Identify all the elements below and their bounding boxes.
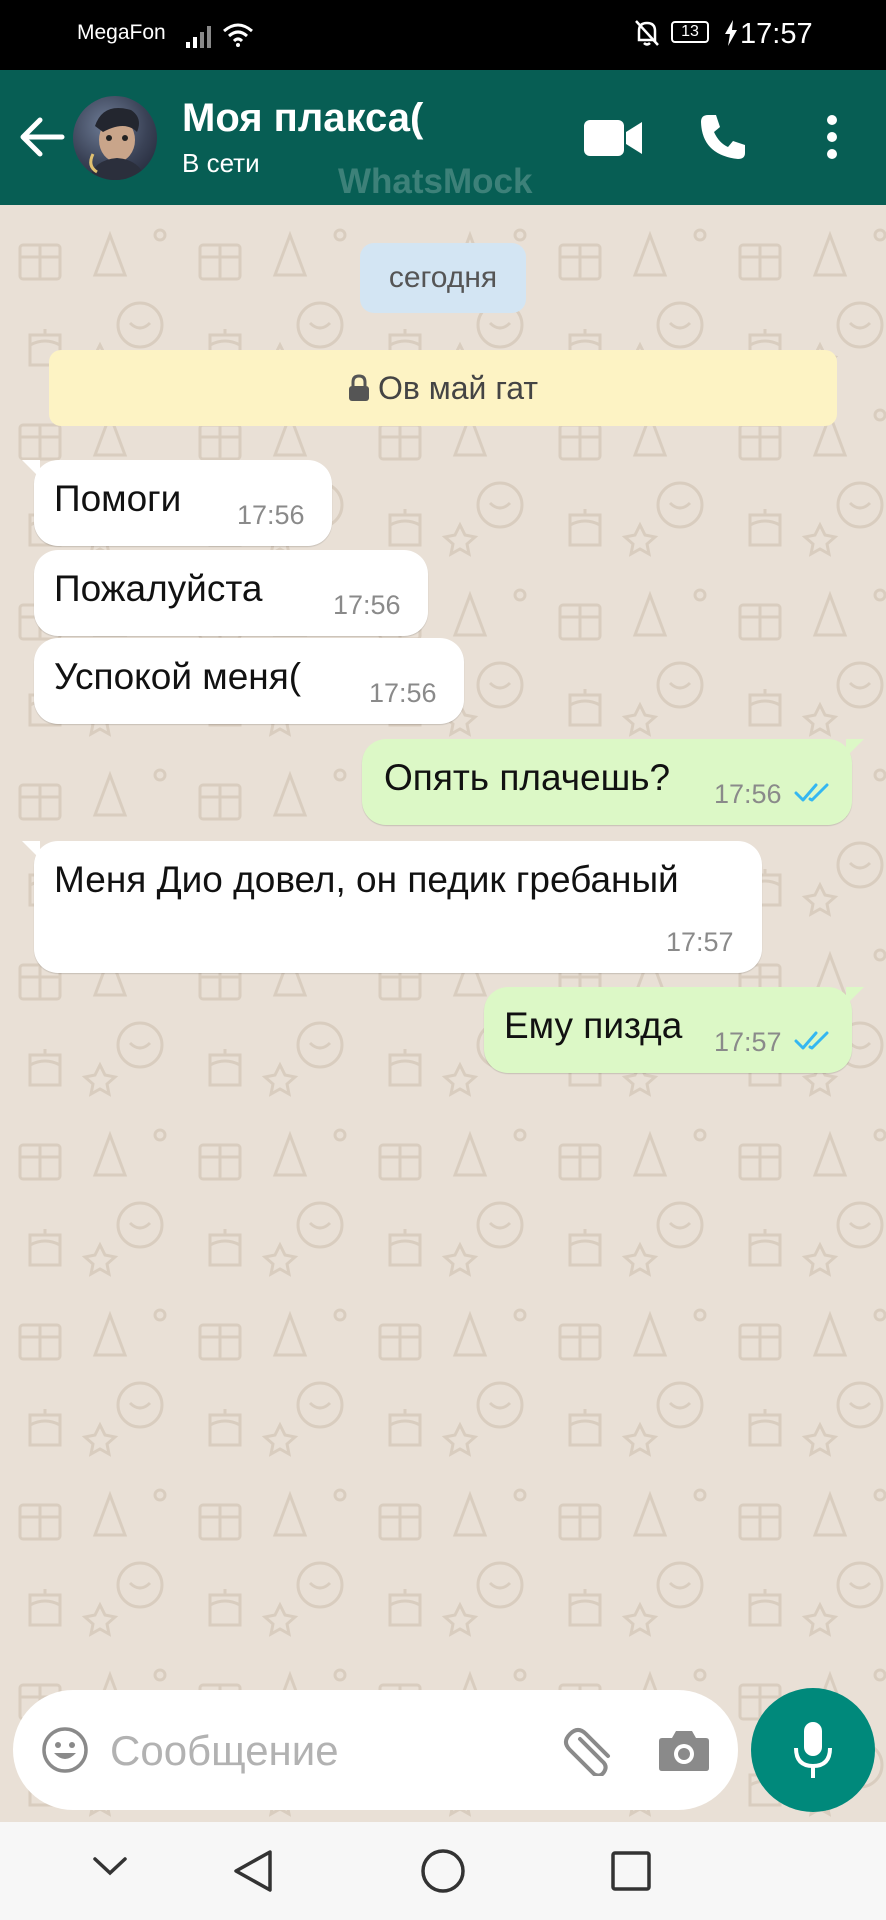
message-time: 17:56 (333, 590, 401, 620)
status-bar: MegaFon 13 17:57 (0, 0, 886, 70)
emoji-icon[interactable] (41, 1726, 89, 1774)
read-ticks-icon (794, 1031, 829, 1050)
bubble-tail (22, 460, 40, 478)
phone-icon[interactable] (698, 112, 748, 162)
battery-icon: 13 (671, 21, 709, 43)
message-text: Успокой меня( (54, 656, 302, 697)
chat-area[interactable]: сегодня Ов май гат Помоги 17:56 Пожалуйс… (0, 205, 886, 1822)
message-incoming[interactable]: Успокой меня( 17:56 (34, 638, 464, 724)
message-incoming[interactable]: Помоги 17:56 (22, 460, 332, 546)
carrier-name: MegaFon (77, 21, 166, 44)
lock-icon (348, 374, 369, 401)
nav-home-icon[interactable] (420, 1848, 466, 1894)
bubble-tail (846, 739, 864, 757)
message-time: 17:57 (714, 1027, 782, 1057)
arrow-left-icon[interactable] (18, 115, 66, 159)
avatar[interactable] (73, 96, 157, 180)
message-incoming[interactable]: Пожалуйста 17:56 (34, 550, 428, 636)
message-time: 17:56 (369, 678, 437, 708)
contact-name[interactable]: Моя плакса( (182, 96, 423, 141)
nav-back-icon[interactable] (232, 1848, 274, 1894)
system-nav-bar (0, 1822, 886, 1920)
paperclip-icon[interactable] (558, 1726, 618, 1776)
wifi-icon (223, 23, 253, 47)
notifications-off-icon (635, 20, 659, 46)
nav-recents-icon[interactable] (610, 1850, 652, 1892)
message-text: Опять плачешь? (384, 757, 671, 798)
message-text: Меня Дио довел, он педик гребаный (54, 859, 679, 900)
microphone-icon (794, 1722, 832, 1778)
message-time: 17:57 (666, 927, 734, 957)
voice-record-button[interactable] (751, 1688, 875, 1812)
bubble-tail (846, 987, 864, 1005)
signal-icon (186, 26, 211, 48)
bubble-tail (22, 841, 40, 859)
message-text: Помоги (54, 478, 182, 519)
chevron-down-icon[interactable] (92, 1855, 128, 1877)
date-separator: сегодня (360, 243, 526, 313)
message-text: Ему пизда (504, 1005, 683, 1046)
message-outgoing[interactable]: Ему пизда 17:57 (484, 987, 864, 1073)
avatar-image (89, 108, 145, 180)
message-composer (13, 1690, 738, 1810)
charging-icon (725, 20, 737, 46)
message-time: 17:56 (237, 500, 305, 530)
message-outgoing[interactable]: Опять плачешь? 17:56 (362, 739, 864, 825)
camera-icon[interactable] (658, 1728, 710, 1772)
read-ticks-icon (794, 783, 829, 802)
watermark: WhatsMock (338, 162, 533, 201)
contact-status: В сети (182, 148, 260, 178)
message-time: 17:56 (714, 779, 782, 809)
more-vert-icon[interactable] (822, 114, 842, 160)
chat-header: Моя плакса( В сети WhatsMock (0, 70, 886, 205)
status-time: 17:57 (740, 18, 813, 50)
video-camera-icon[interactable] (584, 118, 644, 158)
encryption-text: Ов май гат (377, 370, 539, 406)
encryption-notice[interactable]: Ов май гат (49, 350, 837, 426)
message-text: Пожалуйста (54, 568, 263, 609)
message-input[interactable] (108, 1720, 552, 1782)
message-incoming[interactable]: Меня Дио довел, он педик гребаный 17:57 (22, 841, 762, 973)
